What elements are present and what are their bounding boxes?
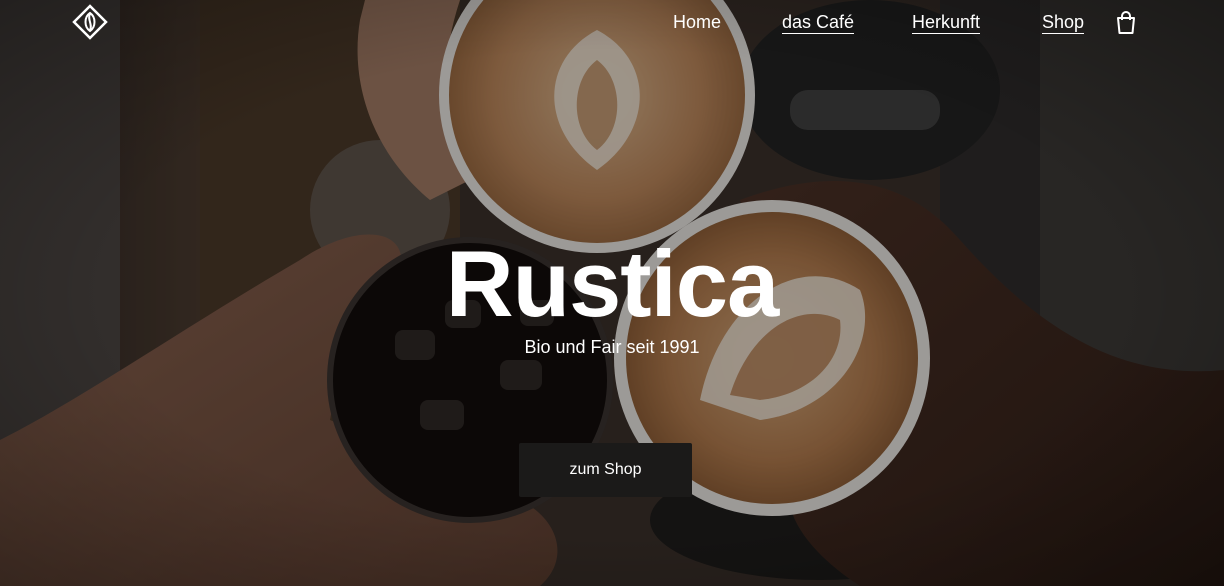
nav-link-home[interactable]: Home (673, 12, 721, 33)
nav-link-das-cafe[interactable]: das Café (782, 12, 855, 34)
zum-shop-button[interactable]: zum Shop (519, 443, 692, 497)
hero-subtitle: Bio und Fair seit 1991 (524, 337, 700, 357)
top-navigation: Home das Café Herkunft Shop (0, 0, 1224, 48)
diamond-bean-logo-icon[interactable] (72, 4, 108, 40)
nav-link-herkunft[interactable]: Herkunft (912, 12, 981, 34)
shopping-bag-icon[interactable] (1115, 11, 1137, 35)
hero-title: Rustica (445, 231, 780, 336)
nav-link-shop[interactable]: Shop (1042, 12, 1085, 34)
